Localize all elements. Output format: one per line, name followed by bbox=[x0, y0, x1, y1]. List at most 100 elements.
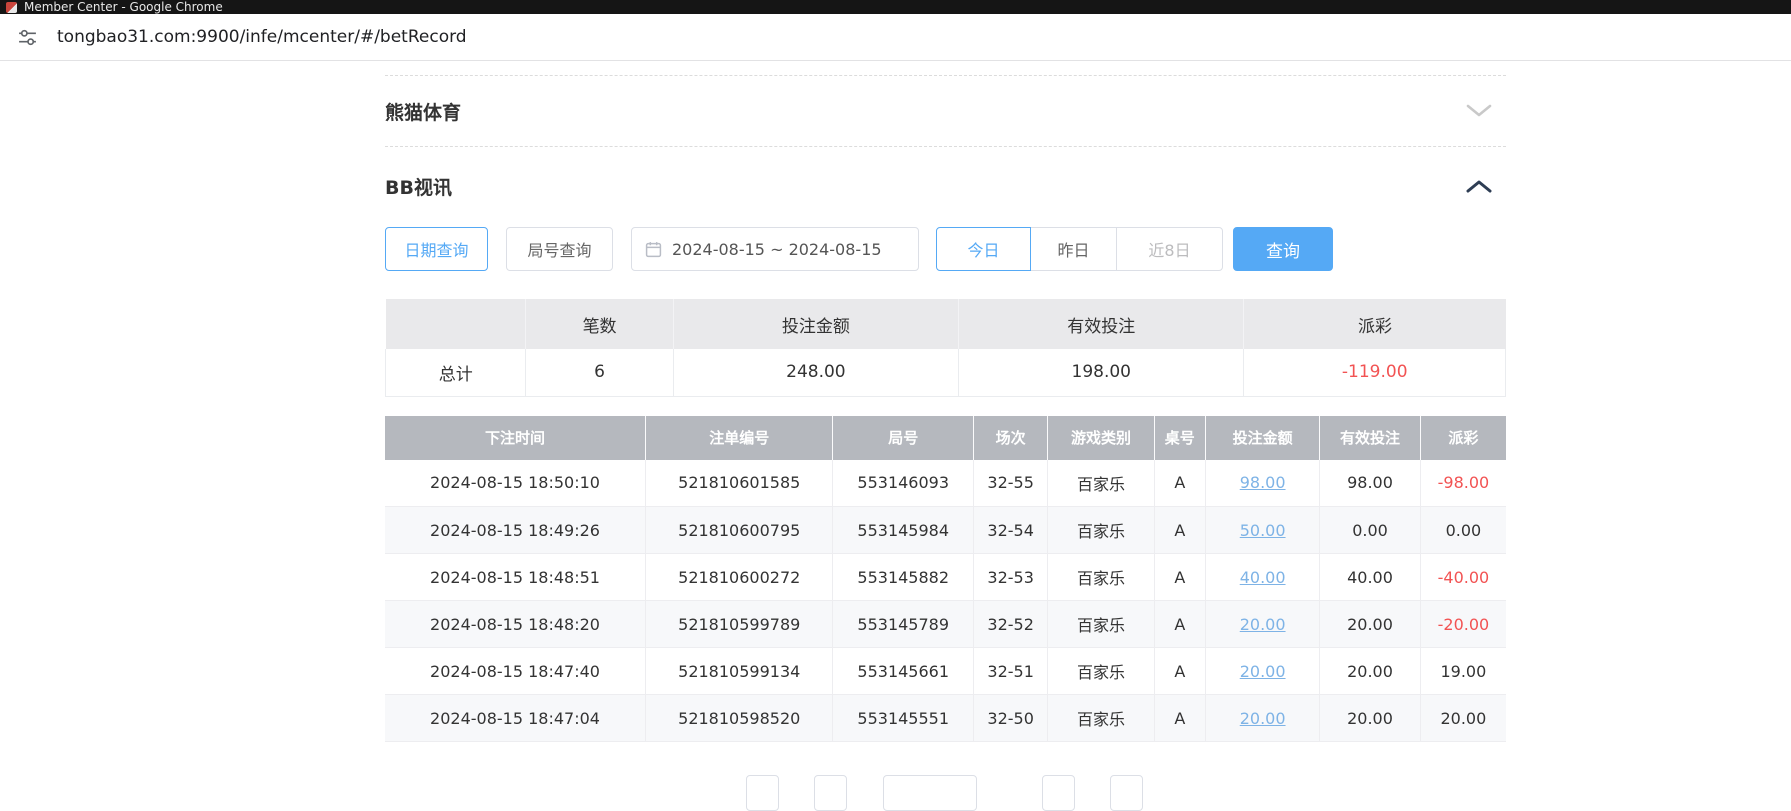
summary-header-valid-bet: 有效投注 bbox=[959, 299, 1244, 349]
site-settings-tune-icon[interactable] bbox=[17, 27, 38, 48]
round-no: 553145789 bbox=[833, 601, 974, 648]
order-no: 521810601585 bbox=[646, 460, 833, 507]
game-type: 百家乐 bbox=[1048, 554, 1154, 601]
window-title: Member Center - Google Chrome bbox=[24, 0, 223, 14]
header-game-type: 游戏类别 bbox=[1048, 416, 1154, 460]
game-type: 百家乐 bbox=[1048, 695, 1154, 742]
bet-amount-link[interactable]: 20.00 bbox=[1206, 648, 1320, 695]
session: 32-53 bbox=[974, 554, 1048, 601]
last-8-days-button[interactable]: 近8日 bbox=[1116, 227, 1223, 271]
bet-record-table: 下注时间 注单编号 局号 场次 游戏类别 桌号 投注金额 有效投注 派彩 202… bbox=[385, 416, 1506, 743]
yesterday-button[interactable]: 昨日 bbox=[1030, 227, 1117, 271]
table-row: 2024-08-15 18:48:20 521810599789 5531457… bbox=[385, 601, 1506, 648]
valid-bet: 20.00 bbox=[1320, 648, 1421, 695]
order-no: 521810600795 bbox=[646, 507, 833, 554]
header-table-no: 桌号 bbox=[1154, 416, 1205, 460]
summary-header-bet-amount: 投注金额 bbox=[673, 299, 958, 349]
quick-date-button-group: 今日 昨日 近8日 bbox=[936, 227, 1223, 271]
game-type: 百家乐 bbox=[1048, 648, 1154, 695]
bet-amount-link[interactable]: 40.00 bbox=[1206, 554, 1320, 601]
today-button[interactable]: 今日 bbox=[936, 227, 1031, 271]
order-no: 521810598520 bbox=[646, 695, 833, 742]
round-query-tab-button[interactable]: 局号查询 bbox=[506, 227, 613, 271]
payout: -20.00 bbox=[1420, 601, 1506, 648]
payout: 0.00 bbox=[1420, 507, 1506, 554]
session: 32-51 bbox=[974, 648, 1048, 695]
calendar-icon bbox=[645, 241, 662, 258]
valid-bet: 40.00 bbox=[1320, 554, 1421, 601]
session: 32-54 bbox=[974, 507, 1048, 554]
section-title-bb-video: BB视讯 bbox=[385, 173, 452, 200]
pagination-page-size-select[interactable] bbox=[883, 775, 977, 811]
round-no: 553145661 bbox=[833, 648, 974, 695]
bet-table-header-row: 下注时间 注单编号 局号 场次 游戏类别 桌号 投注金额 有效投注 派彩 bbox=[385, 416, 1506, 460]
bet-amount-link[interactable]: 98.00 bbox=[1206, 460, 1320, 507]
valid-bet: 20.00 bbox=[1320, 695, 1421, 742]
header-session: 场次 bbox=[974, 416, 1048, 460]
game-type: 百家乐 bbox=[1048, 601, 1154, 648]
header-bet-amount: 投注金额 bbox=[1206, 416, 1320, 460]
section-title-panda-sports: 熊猫体育 bbox=[385, 98, 461, 125]
pagination-page-button[interactable] bbox=[814, 775, 847, 811]
url-text[interactable]: tongbao31.com:9900/infe/mcenter/#/betRec… bbox=[57, 27, 467, 47]
session: 32-50 bbox=[974, 695, 1048, 742]
date-range-input[interactable]: 2024-08-15 ~ 2024-08-15 bbox=[631, 227, 919, 271]
valid-bet: 0.00 bbox=[1320, 507, 1421, 554]
table-row: 2024-08-15 18:47:40 521810599134 5531456… bbox=[385, 648, 1506, 695]
summary-header-payout: 派彩 bbox=[1244, 299, 1506, 349]
query-toolbar: 日期查询 局号查询 2024-08-15 ~ 2024-08-15 今日 昨日 … bbox=[385, 227, 1506, 271]
summary-total-valid-bet: 198.00 bbox=[959, 349, 1244, 396]
header-valid-bet: 有效投注 bbox=[1320, 416, 1421, 460]
payout: 19.00 bbox=[1420, 648, 1506, 695]
bet-time: 2024-08-15 18:47:04 bbox=[385, 695, 646, 742]
browser-url-bar[interactable]: tongbao31.com:9900/infe/mcenter/#/betRec… bbox=[0, 14, 1791, 61]
bet-amount-link[interactable]: 20.00 bbox=[1206, 601, 1320, 648]
header-order-no: 注单编号 bbox=[646, 416, 833, 460]
summary-total-count: 6 bbox=[526, 349, 673, 396]
section-panda-sports[interactable]: 熊猫体育 bbox=[385, 76, 1506, 146]
table-no: A bbox=[1154, 507, 1205, 554]
table-no: A bbox=[1154, 648, 1205, 695]
summary-total-row: 总计 6 248.00 198.00 -119.00 bbox=[386, 349, 1506, 396]
section-bb-video[interactable]: BB视讯 bbox=[385, 147, 1506, 225]
bet-amount-link[interactable]: 20.00 bbox=[1206, 695, 1320, 742]
window-favicon-icon bbox=[6, 2, 17, 13]
search-button[interactable]: 查询 bbox=[1233, 227, 1333, 271]
table-no: A bbox=[1154, 554, 1205, 601]
pagination-jump-input[interactable] bbox=[1110, 775, 1143, 811]
game-type: 百家乐 bbox=[1048, 507, 1154, 554]
payout: -98.00 bbox=[1420, 460, 1506, 507]
round-no: 553145551 bbox=[833, 695, 974, 742]
order-no: 521810600272 bbox=[646, 554, 833, 601]
table-no: A bbox=[1154, 601, 1205, 648]
window-titlebar: Member Center - Google Chrome bbox=[0, 0, 1791, 14]
table-no: A bbox=[1154, 695, 1205, 742]
table-row: 2024-08-15 18:48:51 521810600272 5531458… bbox=[385, 554, 1506, 601]
pagination-prev-button[interactable] bbox=[746, 775, 779, 811]
summary-total-bet-amount: 248.00 bbox=[673, 349, 958, 396]
chevron-up-icon[interactable] bbox=[1466, 179, 1492, 193]
bet-record-page: 熊猫体育 BB视讯 日期查询 局号查询 2024-08-15 ~ 2024-08… bbox=[385, 61, 1506, 742]
round-no: 553145984 bbox=[833, 507, 974, 554]
session: 32-52 bbox=[974, 601, 1048, 648]
order-no: 521810599134 bbox=[646, 648, 833, 695]
summary-table: 笔数 投注金额 有效投注 派彩 总计 6 248.00 198.00 -119.… bbox=[385, 299, 1506, 397]
valid-bet: 98.00 bbox=[1320, 460, 1421, 507]
header-payout: 派彩 bbox=[1420, 416, 1506, 460]
summary-total-label: 总计 bbox=[386, 349, 526, 396]
header-round-no: 局号 bbox=[833, 416, 974, 460]
chevron-down-icon[interactable] bbox=[1466, 104, 1492, 118]
table-row: 2024-08-15 18:47:04 521810598520 5531455… bbox=[385, 695, 1506, 742]
pagination-next-button[interactable] bbox=[1042, 775, 1075, 811]
bet-amount-link[interactable]: 50.00 bbox=[1206, 507, 1320, 554]
date-query-tab-button[interactable]: 日期查询 bbox=[385, 227, 488, 271]
table-row: 2024-08-15 18:49:26 521810600795 5531459… bbox=[385, 507, 1506, 554]
header-bet-time: 下注时间 bbox=[385, 416, 646, 460]
bet-time: 2024-08-15 18:47:40 bbox=[385, 648, 646, 695]
bet-time: 2024-08-15 18:48:51 bbox=[385, 554, 646, 601]
game-type: 百家乐 bbox=[1048, 460, 1154, 507]
session: 32-55 bbox=[974, 460, 1048, 507]
valid-bet: 20.00 bbox=[1320, 601, 1421, 648]
bet-time: 2024-08-15 18:49:26 bbox=[385, 507, 646, 554]
payout: 20.00 bbox=[1420, 695, 1506, 742]
